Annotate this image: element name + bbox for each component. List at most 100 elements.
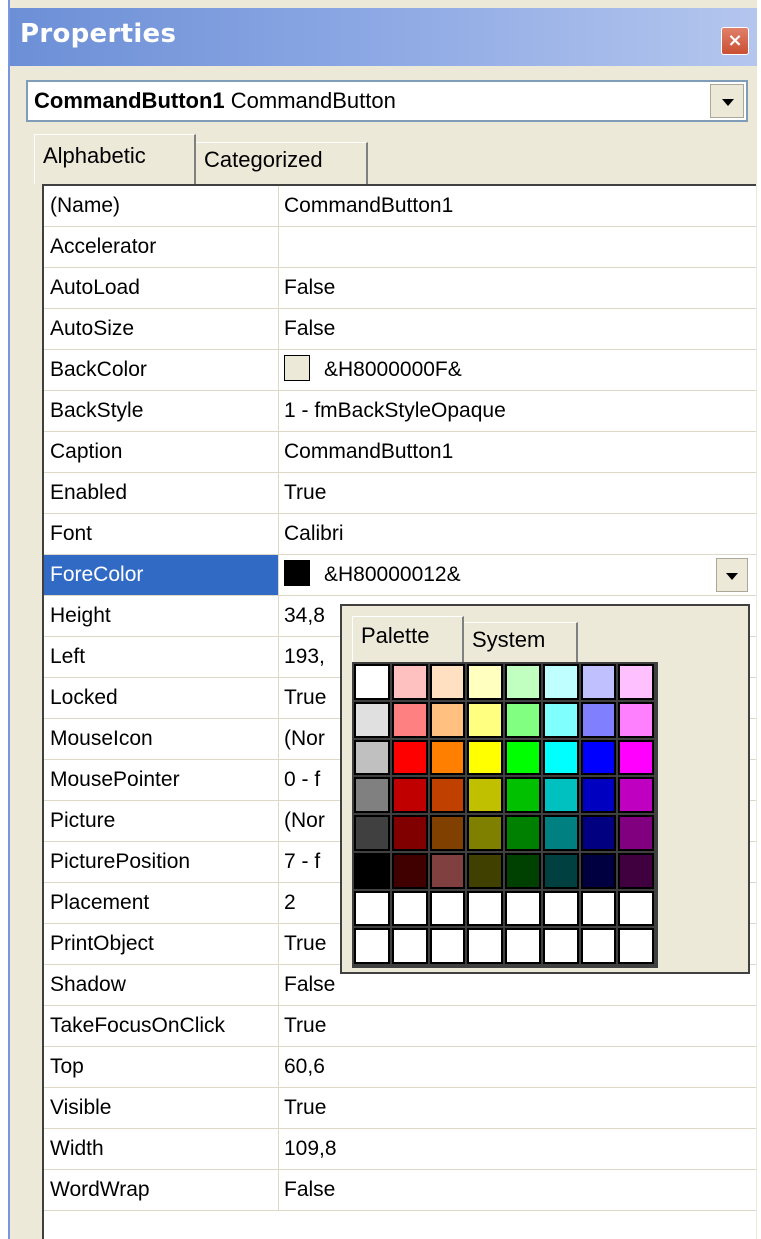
forecolor-dropdown-button[interactable] bbox=[716, 558, 748, 592]
property-value[interactable]: 193, bbox=[284, 645, 325, 669]
color-cell[interactable] bbox=[618, 777, 654, 813]
color-cell[interactable] bbox=[505, 739, 541, 776]
color-cell[interactable] bbox=[618, 701, 654, 738]
property-row[interactable]: Enabled True bbox=[44, 473, 756, 514]
color-cell[interactable] bbox=[618, 664, 654, 700]
property-value[interactable]: True bbox=[284, 686, 326, 710]
color-cell[interactable] bbox=[391, 890, 428, 927]
property-value[interactable]: False bbox=[284, 973, 335, 997]
color-cell[interactable] bbox=[429, 664, 466, 700]
property-value[interactable]: True bbox=[284, 932, 326, 956]
property-value[interactable]: (Nor bbox=[284, 809, 325, 833]
property-row[interactable]: ForeColor &H80000012& bbox=[44, 555, 756, 596]
color-cell[interactable] bbox=[505, 815, 541, 851]
color-cell[interactable] bbox=[505, 928, 541, 964]
color-cell[interactable] bbox=[467, 815, 503, 851]
tab-system[interactable]: System bbox=[464, 622, 578, 662]
color-cell[interactable] bbox=[580, 928, 617, 964]
property-value[interactable]: 1 - fmBackStyleOpaque bbox=[284, 399, 506, 423]
color-cell[interactable] bbox=[618, 815, 654, 851]
property-row[interactable]: Font Calibri bbox=[44, 514, 756, 555]
color-cell[interactable] bbox=[580, 815, 617, 851]
color-cell[interactable] bbox=[354, 890, 390, 927]
color-cell[interactable] bbox=[505, 890, 541, 927]
property-value[interactable]: CommandButton1 bbox=[284, 194, 453, 218]
property-row[interactable]: AutoLoad False bbox=[44, 268, 756, 309]
color-cell[interactable] bbox=[429, 928, 466, 964]
close-button[interactable]: × bbox=[721, 27, 749, 55]
property-value[interactable]: False bbox=[284, 1178, 335, 1202]
color-cell[interactable] bbox=[542, 890, 579, 927]
color-cell[interactable] bbox=[618, 739, 654, 776]
property-row[interactable]: TakeFocusOnClick True bbox=[44, 1006, 756, 1047]
property-value[interactable]: &H80000012& bbox=[284, 560, 461, 587]
color-cell[interactable] bbox=[354, 852, 390, 889]
color-cell[interactable] bbox=[467, 852, 503, 889]
color-cell[interactable] bbox=[467, 777, 503, 813]
color-cell[interactable] bbox=[542, 701, 579, 738]
color-cell[interactable] bbox=[505, 701, 541, 738]
property-value[interactable]: False bbox=[284, 276, 335, 300]
tab-palette[interactable]: Palette bbox=[352, 616, 464, 662]
property-value[interactable]: 7 - f bbox=[284, 850, 320, 874]
color-cell[interactable] bbox=[391, 739, 428, 776]
color-cell[interactable] bbox=[391, 701, 428, 738]
property-row[interactable]: AutoSize False bbox=[44, 309, 756, 350]
color-cell[interactable] bbox=[391, 928, 428, 964]
color-cell[interactable] bbox=[467, 739, 503, 776]
color-cell[interactable] bbox=[354, 739, 390, 776]
color-cell[interactable] bbox=[542, 739, 579, 776]
color-cell[interactable] bbox=[429, 739, 466, 776]
property-value[interactable]: True bbox=[284, 481, 326, 505]
property-row[interactable]: BackColor &H8000000F& bbox=[44, 350, 756, 391]
color-cell[interactable] bbox=[467, 928, 503, 964]
property-value[interactable]: 109,8 bbox=[284, 1137, 337, 1161]
property-value[interactable]: 60,6 bbox=[284, 1055, 325, 1079]
color-cell[interactable] bbox=[580, 739, 617, 776]
color-cell[interactable] bbox=[542, 777, 579, 813]
color-cell[interactable] bbox=[354, 701, 390, 738]
property-value[interactable]: &H8000000F& bbox=[284, 355, 462, 382]
tab-categorized[interactable]: Categorized bbox=[196, 142, 368, 184]
color-cell[interactable] bbox=[580, 852, 617, 889]
property-value[interactable]: CommandButton1 bbox=[284, 440, 453, 464]
property-value[interactable]: Calibri bbox=[284, 522, 344, 546]
color-cell[interactable] bbox=[580, 890, 617, 927]
color-cell[interactable] bbox=[391, 777, 428, 813]
color-cell[interactable] bbox=[542, 852, 579, 889]
tab-alphabetic[interactable]: Alphabetic bbox=[34, 134, 196, 184]
property-row[interactable]: Caption CommandButton1 bbox=[44, 432, 756, 473]
color-cell[interactable] bbox=[467, 890, 503, 927]
color-cell[interactable] bbox=[354, 664, 390, 700]
property-row[interactable]: WordWrap False bbox=[44, 1170, 756, 1211]
title-bar[interactable]: Properties × bbox=[10, 8, 757, 66]
property-row[interactable]: (Name) CommandButton1 bbox=[44, 186, 756, 227]
color-cell[interactable] bbox=[505, 777, 541, 813]
color-cell[interactable] bbox=[580, 664, 617, 700]
property-row[interactable]: Width 109,8 bbox=[44, 1129, 756, 1170]
object-selector-dropdown-button[interactable] bbox=[710, 84, 744, 118]
color-cell[interactable] bbox=[467, 701, 503, 738]
property-value[interactable]: (Nor bbox=[284, 727, 325, 751]
property-value[interactable]: False bbox=[284, 317, 335, 341]
property-value[interactable]: True bbox=[284, 1096, 326, 1120]
property-value[interactable]: True bbox=[284, 1014, 326, 1038]
color-cell[interactable] bbox=[429, 815, 466, 851]
color-cell[interactable] bbox=[429, 890, 466, 927]
color-cell[interactable] bbox=[391, 815, 428, 851]
property-value[interactable]: 34,8 bbox=[284, 604, 325, 628]
color-cell[interactable] bbox=[618, 928, 654, 964]
color-cell[interactable] bbox=[391, 664, 428, 700]
color-cell[interactable] bbox=[542, 815, 579, 851]
color-cell[interactable] bbox=[467, 664, 503, 700]
color-cell[interactable] bbox=[580, 701, 617, 738]
color-cell[interactable] bbox=[505, 852, 541, 889]
property-row[interactable]: Top 60,6 bbox=[44, 1047, 756, 1088]
color-cell[interactable] bbox=[354, 815, 390, 851]
color-cell[interactable] bbox=[354, 777, 390, 813]
property-value[interactable]: 2 bbox=[284, 891, 296, 915]
property-value[interactable]: 0 - f bbox=[284, 768, 320, 792]
color-cell[interactable] bbox=[542, 664, 579, 700]
color-cell[interactable] bbox=[391, 852, 428, 889]
color-cell[interactable] bbox=[580, 777, 617, 813]
